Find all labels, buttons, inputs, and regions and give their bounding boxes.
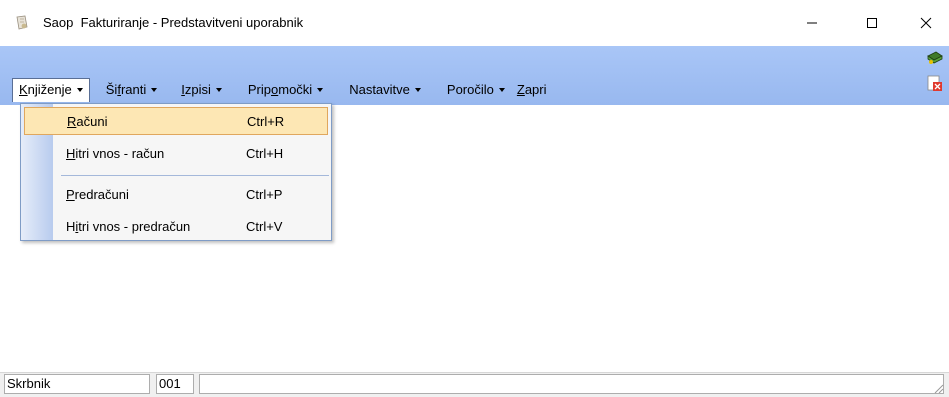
menu-pripomocki[interactable]: Pripomočki — [242, 79, 329, 101]
dropdown-item-hitri-vnos-racun[interactable]: Hitri vnos - račun Ctrl+H — [24, 140, 328, 168]
status-user: Skrbnik — [4, 374, 150, 394]
dropdown-item-label: Računi — [67, 114, 108, 129]
maximize-icon — [867, 18, 877, 28]
maximize-button[interactable] — [849, 0, 895, 46]
saop-app-icon[interactable] — [14, 15, 30, 31]
dropdown-caret-icon — [76, 88, 83, 92]
dropdown-separator — [61, 175, 329, 176]
dropdown-caret-icon — [151, 88, 158, 92]
title-bar: Saop Fakturiranje - Predstavitveni upora… — [0, 0, 949, 46]
dropdown-item-racuni[interactable]: Računi Ctrl+R — [24, 107, 328, 135]
menu-label: Knjiženje — [19, 82, 72, 97]
dropdown-caret-icon — [414, 88, 421, 92]
knjizenje-dropdown: Računi Ctrl+R Hitri vnos - račun Ctrl+H … — [20, 103, 332, 241]
menu-nastavitve[interactable]: Nastavitve — [343, 79, 427, 101]
menu-porocilo[interactable]: Poročilo — [441, 79, 511, 101]
window-title: Saop Fakturiranje - Predstavitveni upora… — [43, 15, 304, 30]
menu-knjizenje[interactable]: Knjiženje — [12, 78, 90, 102]
dropdown-item-hitri-vnos-predracun[interactable]: Hitri vnos - predračun Ctrl+V — [24, 213, 328, 241]
dropdown-item-shortcut: Ctrl+P — [246, 187, 283, 202]
dropdown-item-shortcut: Ctrl+V — [246, 219, 283, 234]
menu-label: Pripomočki — [247, 82, 313, 97]
menu-label: Šifranti — [105, 82, 147, 97]
toolbar-right-icons — [926, 50, 946, 92]
close-document-icon[interactable] — [926, 74, 944, 92]
menu-label: Izpisi — [181, 82, 211, 97]
dropdown-caret-icon — [498, 88, 505, 92]
resize-grip-icon[interactable] — [930, 380, 944, 394]
status-message — [199, 374, 944, 394]
status-bar: Skrbnik 001 — [0, 372, 949, 397]
menu-label: Zapri — [516, 82, 547, 97]
dropdown-caret-icon — [317, 88, 324, 92]
dropdown-caret-icon — [215, 88, 222, 92]
dropdown-item-predracuni[interactable]: Predračuni Ctrl+P — [24, 181, 328, 209]
book-icon[interactable] — [926, 50, 944, 68]
dropdown-item-label: Hitri vnos - predračun — [66, 219, 191, 234]
menu-label: Nastavitve — [349, 82, 410, 97]
close-button[interactable] — [903, 0, 949, 46]
dropdown-item-shortcut: Ctrl+H — [246, 146, 284, 161]
status-code: 001 — [156, 374, 194, 394]
menu-label: Poročilo — [446, 82, 494, 97]
dropdown-item-label: Hitri vnos - račun — [66, 146, 165, 161]
dropdown-item-shortcut: Ctrl+R — [247, 114, 285, 129]
menu-bar: Knjiženje Šifranti Izpisi Pripomočki Nas… — [12, 77, 553, 103]
menu-izpisi[interactable]: Izpisi — [175, 79, 228, 101]
menu-zapri[interactable]: Zapri — [511, 79, 553, 101]
dropdown-item-label: Predračuni — [66, 187, 129, 202]
close-icon — [920, 17, 932, 29]
minimize-icon — [807, 22, 817, 24]
minimize-button[interactable] — [789, 0, 835, 46]
menu-sifranti[interactable]: Šifranti — [100, 79, 163, 101]
